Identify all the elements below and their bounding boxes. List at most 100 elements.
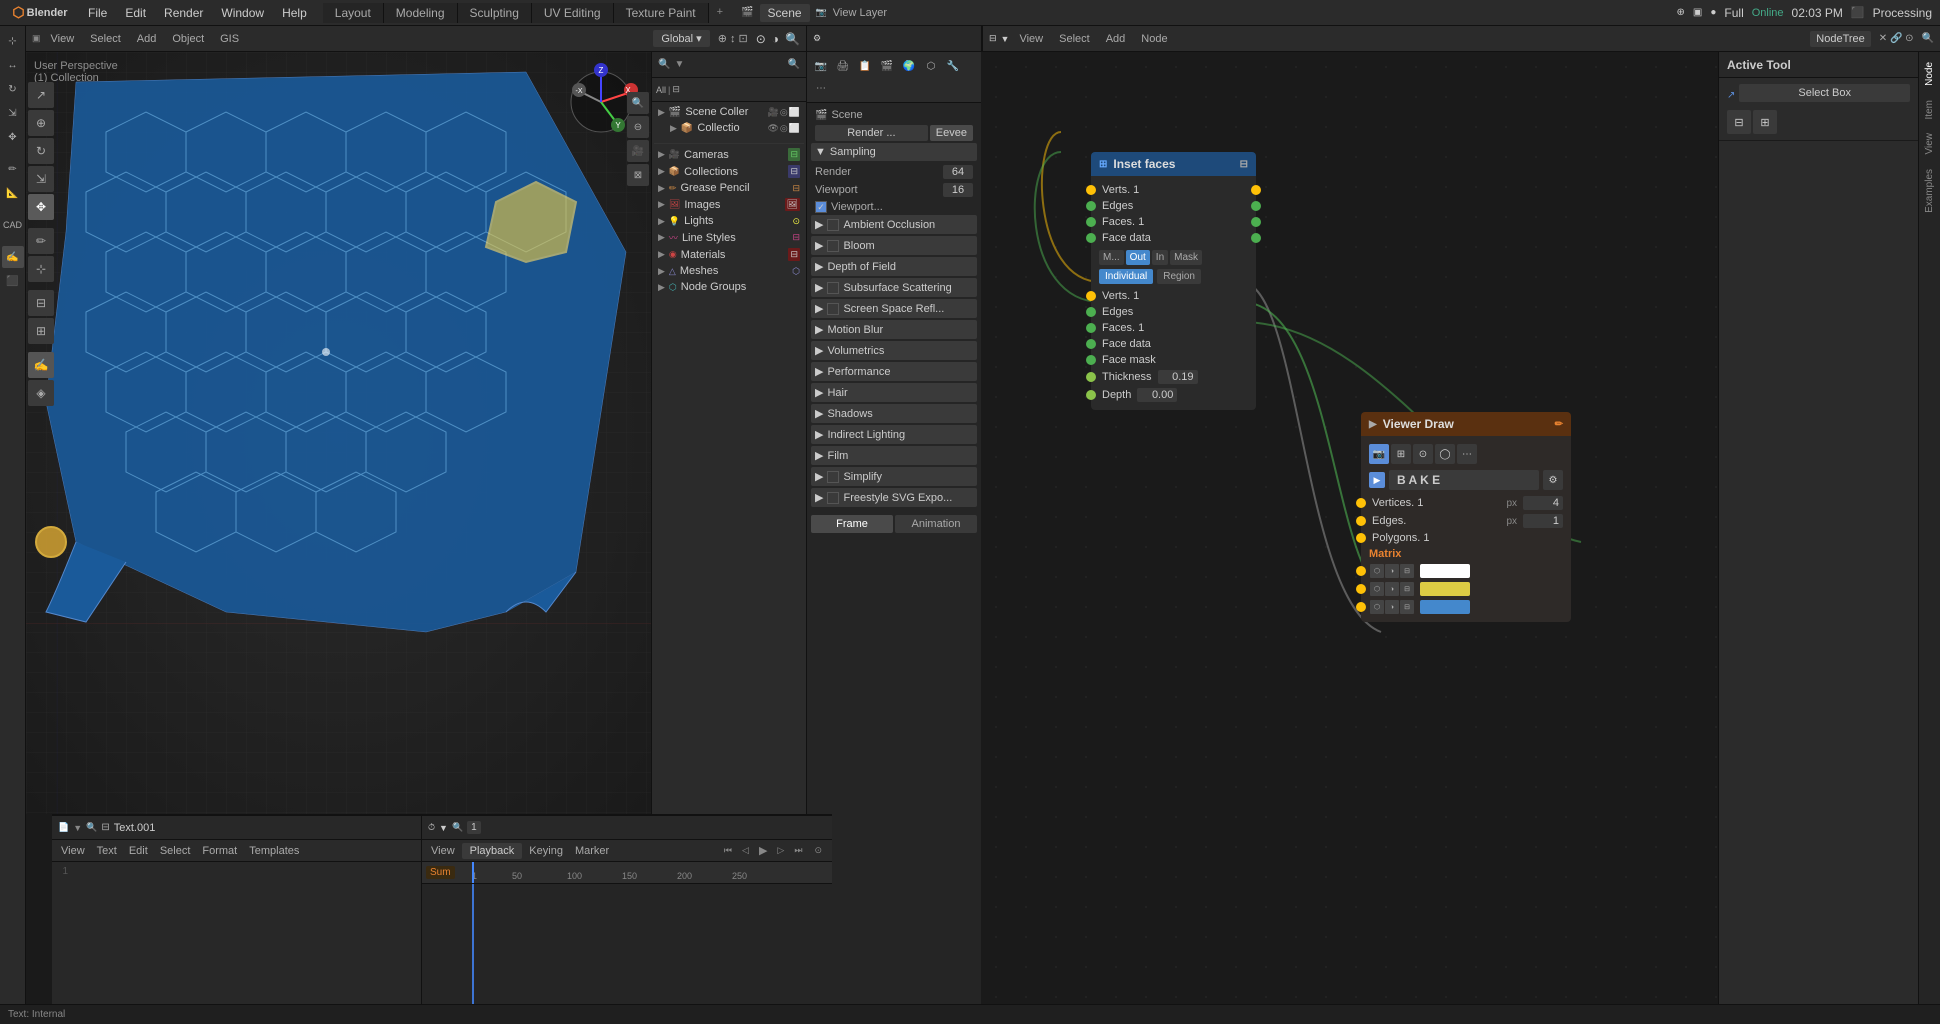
mmi-3a[interactable]: ⬡ — [1370, 600, 1384, 614]
search-btn[interactable]: 🔍 — [785, 32, 800, 46]
line-styles-item[interactable]: ▶ 〰 Line Styles ⊟ — [654, 229, 804, 246]
select-menu[interactable]: Select — [84, 31, 127, 47]
mmi-2c[interactable]: ⊟ — [1400, 582, 1414, 596]
sss-header[interactable]: ▶ Subsurface Scattering — [811, 278, 977, 297]
transform-tool-btn[interactable]: ✥ — [28, 194, 54, 220]
lights-item[interactable]: ▶ 💡 Lights ⊙ — [654, 213, 804, 229]
view-menu[interactable]: View — [45, 31, 81, 47]
nvt-examples[interactable]: Examples — [1921, 163, 1938, 219]
text-content[interactable]: 1 — [52, 862, 421, 1004]
mmi-3c[interactable]: ⊟ — [1400, 600, 1414, 614]
prop-render-icon[interactable]: 📷 — [811, 56, 831, 76]
tool-icon-1[interactable]: ⊟ — [1727, 110, 1751, 134]
te-select-menu[interactable]: Select — [155, 844, 196, 858]
prop-view-layer-icon[interactable]: 📋 — [855, 56, 875, 76]
tl-play-btn[interactable]: ▶ — [755, 843, 771, 858]
draw-btn[interactable]: ✍ — [28, 352, 54, 378]
tl-play-start[interactable]: ⏮ — [720, 844, 736, 857]
images-item[interactable]: ▶ 🖼 Images 🖼 — [654, 196, 804, 213]
rotate-tool-btn[interactable]: ↻ — [28, 138, 54, 164]
text-input-area[interactable] — [72, 866, 417, 1000]
prop-world-icon[interactable]: 🌍 — [899, 56, 919, 76]
bake-settings-btn[interactable]: ⚙ — [1543, 470, 1563, 490]
tl-view-menu[interactable]: View — [426, 844, 460, 858]
te-text-menu[interactable]: Text — [92, 844, 122, 858]
sidebar-rotate[interactable]: ↻ — [2, 78, 24, 100]
menu-window[interactable]: Window — [213, 4, 272, 22]
3d-viewport[interactable]: User Perspective (1) Collection X — [26, 52, 651, 814]
sidebar-scale[interactable]: ⇲ — [2, 102, 24, 124]
viewport-overlays-btn[interactable]: ⊙ — [756, 32, 766, 46]
node-canvas[interactable]: ⊞ Inset faces ⊟ Verts. 1 Edge — [981, 52, 1718, 1024]
mode-m-btn[interactable]: M... — [1099, 250, 1124, 265]
outliner-all-btn[interactable]: All — [656, 85, 666, 95]
prop-object-icon[interactable]: ⬡ — [921, 56, 941, 76]
frame-input[interactable]: 1 — [467, 821, 481, 834]
simplify-header[interactable]: ▶ Simplify — [811, 467, 977, 486]
inset-faces-node[interactable]: ⊞ Inset faces ⊟ Verts. 1 Edge — [1091, 152, 1256, 410]
viewport-denoise-checkbox[interactable]: ✓ — [815, 201, 827, 213]
collections-item[interactable]: ▶ 📦 Collections ⊟ — [654, 163, 804, 180]
tl-markers-menu[interactable]: Marker — [570, 844, 614, 858]
ne-node-menu[interactable]: Node — [1135, 31, 1173, 47]
vi-dots-btn[interactable]: ⋯ — [1457, 444, 1477, 464]
materials-item[interactable]: ▶ ◉ Materials ⊟ — [654, 246, 804, 263]
outliner-collection-item[interactable]: ▶ 📦 Collectio 👁 ◎ ⬜ — [654, 120, 804, 136]
cameras-item[interactable]: ▶ 🎥 Cameras ⊟ — [654, 146, 804, 163]
camera-btn[interactable]: 🎥 — [627, 140, 649, 162]
hair-header[interactable]: ▶ Hair — [811, 383, 977, 402]
menu-help[interactable]: Help — [274, 4, 315, 22]
vi-ring-btn[interactable]: ◯ — [1435, 444, 1455, 464]
tl-prev-frame[interactable]: ◁ — [738, 844, 753, 857]
prop-output-icon[interactable]: 🖨 — [833, 56, 853, 76]
ssr-header[interactable]: ▶ Screen Space Refl... — [811, 299, 977, 318]
sidebar-cad[interactable]: CAD — [2, 214, 24, 236]
color-swatch-blue[interactable] — [1420, 600, 1470, 614]
verts-value-input[interactable]: 4 — [1523, 496, 1563, 510]
zoom-out-btn[interactable]: ⊖ — [627, 116, 649, 138]
sss-checkbox[interactable] — [827, 282, 839, 294]
outliner-scene-item[interactable]: ▶ 🎬 Scene Coller 🎥 ◎ ⬜ — [654, 104, 804, 120]
ne-add-menu[interactable]: Add — [1100, 31, 1132, 47]
mmi-2a[interactable]: ⬡ — [1370, 582, 1384, 596]
playback-dropdown[interactable]: Playback — [462, 843, 523, 859]
viewport-shading-btn[interactable]: ◑ — [772, 32, 779, 46]
viewer-collapse-icon[interactable]: ▶ — [1369, 419, 1377, 430]
bake-button[interactable]: B A K E — [1389, 470, 1539, 490]
individual-btn[interactable]: Individual — [1099, 269, 1153, 284]
simp-checkbox[interactable] — [827, 471, 839, 483]
sidebar-eraser[interactable]: ⬛ — [2, 270, 24, 292]
bloom-header[interactable]: ▶ Bloom — [811, 236, 977, 255]
mode-in-btn[interactable]: In — [1152, 250, 1168, 265]
vis-camera[interactable]: 🎥 — [768, 107, 779, 118]
dof-header[interactable]: ▶ Depth of Field — [811, 257, 977, 276]
workspace-uv-editing[interactable]: UV Editing — [532, 3, 614, 23]
annotate-btn[interactable]: ✏ — [28, 228, 54, 254]
mmi-1b[interactable]: ◑ — [1385, 564, 1399, 578]
prop-particles-icon[interactable]: ⋯ — [811, 78, 831, 98]
sidebar-draw[interactable]: ✍ — [2, 246, 24, 268]
scene-name[interactable]: Scene — [760, 4, 810, 22]
tl-play-end[interactable]: ⏭ — [790, 844, 806, 857]
box-btn[interactable]: ⊟ — [28, 290, 54, 316]
object-menu[interactable]: Object — [166, 31, 210, 47]
meshes-item[interactable]: ▶ △ Meshes ⬡ — [654, 263, 804, 279]
timeline-content[interactable] — [422, 884, 832, 1024]
vis-render[interactable]: ◎ — [780, 107, 788, 118]
add-menu[interactable]: Add — [131, 31, 163, 47]
te-templates-menu[interactable]: Templates — [244, 844, 304, 858]
depth-input[interactable]: 0.00 — [1137, 388, 1177, 402]
mmi-2b[interactable]: ◑ — [1385, 582, 1399, 596]
render-button[interactable]: Render ... — [815, 125, 928, 141]
color-swatch-white[interactable] — [1420, 564, 1470, 578]
node-groups-item[interactable]: ▶ ⬡ Node Groups — [654, 279, 804, 295]
ne-mode-icon[interactable]: ⊟ — [989, 33, 997, 44]
fs-checkbox[interactable] — [827, 492, 839, 504]
move-tool-btn[interactable]: ⊕ — [28, 110, 54, 136]
node-tree-dropdown[interactable]: NodeTree — [1810, 31, 1871, 47]
freestyle-header[interactable]: ▶ Freestyle SVG Expo... — [811, 488, 977, 507]
engine-dropdown[interactable]: Eevee — [930, 125, 973, 141]
animation-tab[interactable]: Animation — [895, 515, 977, 533]
viewport-value[interactable]: 16 — [943, 183, 973, 197]
mb-header[interactable]: ▶ Motion Blur — [811, 320, 977, 339]
